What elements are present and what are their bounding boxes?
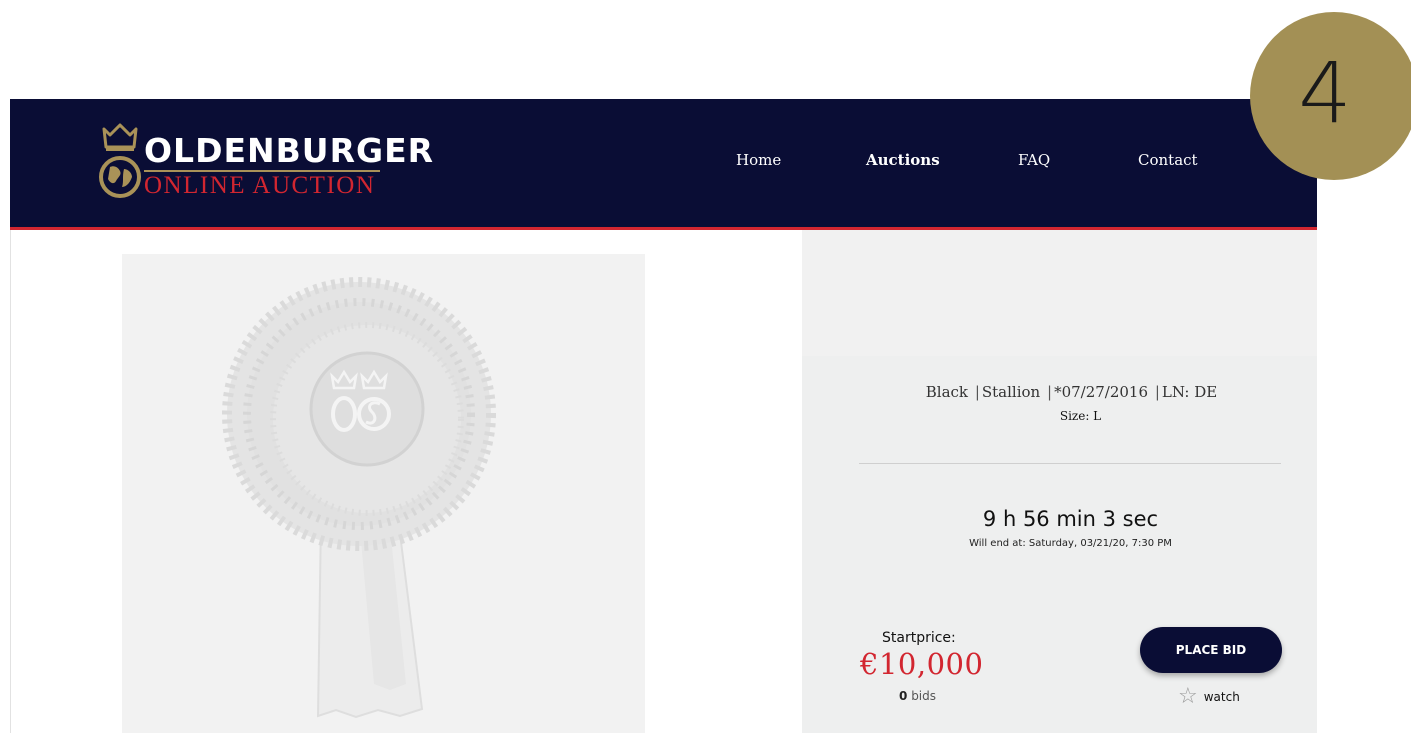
nav-auctions[interactable]: Auctions [866, 151, 940, 169]
panel-top-area [802, 230, 1317, 356]
place-bid-button[interactable]: PLACE BID [1140, 627, 1282, 673]
attr-color: Black [925, 383, 969, 401]
startprice-label: Startprice: [882, 630, 956, 646]
step-number-badge: 4 [1250, 12, 1411, 180]
star-outline-icon: ☆ [1178, 684, 1198, 709]
product-image[interactable] [122, 254, 645, 733]
attr-sex: Stallion [981, 383, 1041, 401]
rosette-ribbon-image [222, 277, 496, 719]
panel-divider [859, 463, 1281, 464]
bids-number: 0 [899, 689, 908, 703]
auction-end-time: Will end at: Saturday, 03/21/20, 7:30 PM [969, 538, 1172, 549]
page: OLDENBURGER ONLINE AUCTION Home Auctions… [0, 0, 1411, 733]
attr-ln: LN: DE [1161, 383, 1218, 401]
bids-count: 0 bids [899, 689, 936, 703]
step-number: 4 [1298, 44, 1352, 142]
start-price: €10,000 [860, 647, 984, 681]
attr-separator: | [974, 383, 980, 401]
site-header: OLDENBURGER ONLINE AUCTION Home Auctions… [10, 99, 1317, 227]
auction-countdown: 9 h 56 min 3 sec [982, 507, 1159, 531]
attr-separator: | [1047, 383, 1053, 401]
horse-attributes: Black | Stallion | *07/27/2016 | LN: DE [802, 383, 1317, 401]
watch-toggle[interactable]: ☆ watch [1178, 686, 1240, 708]
content-border [10, 230, 11, 733]
nav-home[interactable]: Home [736, 151, 781, 169]
nav-contact[interactable]: Contact [1138, 151, 1198, 169]
bids-label: bids [911, 689, 937, 703]
attr-separator: | [1154, 383, 1160, 401]
attr-birth-date: *07/27/2016 [1054, 383, 1149, 401]
horse-size: Size: L [1059, 409, 1102, 423]
logo-name-bottom: ONLINE AUCTION [144, 172, 376, 199]
auction-info-panel: Black | Stallion | *07/27/2016 | LN: DE Siz… [802, 356, 1317, 733]
main-nav: Home Auctions FAQ Contact [10, 151, 1317, 175]
watch-label: watch [1203, 690, 1240, 704]
nav-faq[interactable]: FAQ [1018, 151, 1050, 169]
